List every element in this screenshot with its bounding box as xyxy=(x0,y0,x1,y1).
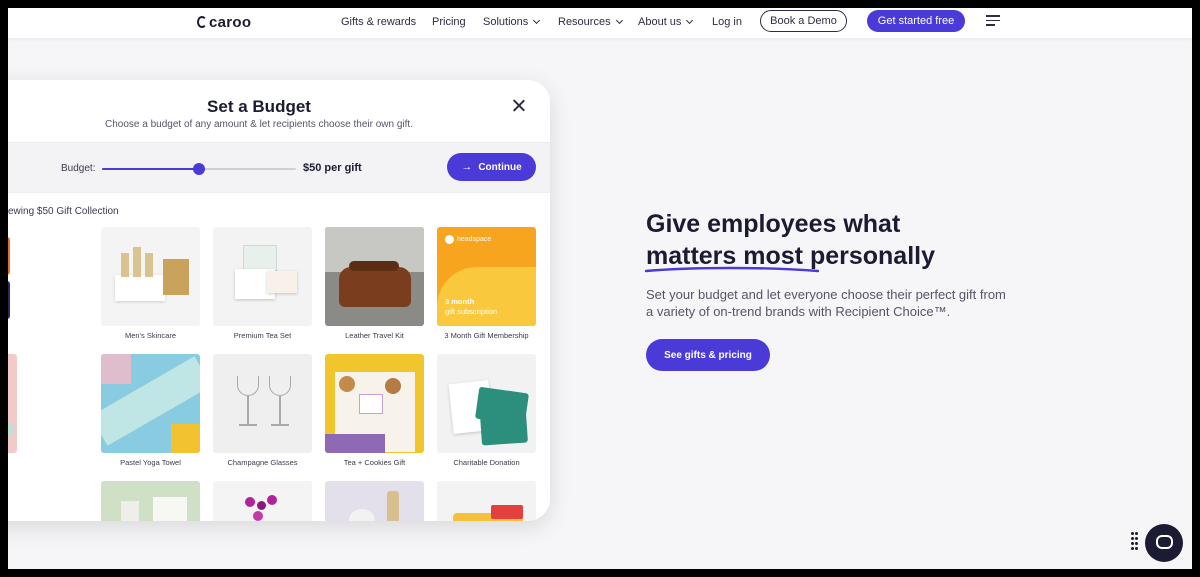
gift-tile[interactable] xyxy=(325,227,424,326)
gift-image xyxy=(213,227,312,326)
nav-solutions[interactable]: Solutions xyxy=(483,16,541,28)
gift-image xyxy=(8,354,17,453)
gift-tile[interactable] xyxy=(101,481,200,521)
gift-image xyxy=(8,481,17,521)
gift-tile[interactable] xyxy=(325,354,424,453)
gift-name: Charitable Donation xyxy=(453,458,520,467)
nav-log-in[interactable]: Log in xyxy=(712,16,742,28)
card-title: Set a Budget xyxy=(207,97,311,116)
gift-tile[interactable] xyxy=(437,481,536,521)
gift-image xyxy=(213,354,312,453)
nav-label: Solutions xyxy=(483,16,529,28)
gift-name: Fruit Socks Gift Set xyxy=(8,331,33,340)
nav-label: Gifts & rewards xyxy=(341,16,417,28)
gift-image xyxy=(8,227,17,326)
gift-image xyxy=(213,481,312,521)
chevron-down-icon xyxy=(615,16,623,25)
gift-image xyxy=(101,481,200,521)
gift-image xyxy=(437,354,536,453)
gift-tile[interactable] xyxy=(325,481,424,521)
gift-image xyxy=(325,481,424,521)
see-gifts-pricing-button[interactable]: See gifts & pricing xyxy=(646,339,770,371)
gift-tile[interactable] xyxy=(8,481,17,521)
continue-button[interactable]: → Continue xyxy=(447,153,536,181)
gift-name: Champagne Glasses xyxy=(227,458,298,467)
gift-image xyxy=(325,354,424,453)
nav-gifts-rewards[interactable]: Gifts & rewards xyxy=(341,16,416,28)
gift-tile[interactable] xyxy=(213,354,312,453)
set-budget-card: Set a Budget Choose a budget of any amou… xyxy=(8,80,550,521)
gift-tile[interactable] xyxy=(437,354,536,453)
gift-name: Men's Skincare xyxy=(124,331,177,340)
gift-image: headspace 3 month gift subscription xyxy=(437,227,536,326)
gift-tile[interactable] xyxy=(213,481,312,521)
card-header: Set a Budget Choose a budget of any amou… xyxy=(8,80,550,142)
hero-title-emphasis: matters most xyxy=(644,240,820,273)
budget-slider[interactable] xyxy=(102,163,296,175)
get-started-button[interactable]: Get started free xyxy=(867,10,965,32)
gift-name: 3 Month Gift Membership xyxy=(444,331,529,340)
nav-label: About us xyxy=(638,16,682,28)
hero-title-rest: personally xyxy=(809,242,936,270)
drag-handle-icon[interactable] xyxy=(1131,532,1139,554)
gift-tile[interactable] xyxy=(101,227,200,326)
nav-pricing[interactable]: Pricing xyxy=(432,16,466,28)
gift-name: Leather Travel Kit xyxy=(345,331,404,340)
nav-label: Resources xyxy=(558,16,611,28)
nav-resources[interactable]: Resources xyxy=(558,16,623,28)
gift-tile[interactable]: headspace 3 month gift subscription xyxy=(437,227,536,326)
close-icon[interactable] xyxy=(512,99,526,113)
gift-name: Wellness Gift Set xyxy=(8,458,33,467)
gift-name: Tea + Cookies Gift xyxy=(343,458,406,467)
budget-label: Budget: xyxy=(61,163,96,174)
logo-text: caroo xyxy=(209,14,252,31)
gift-image xyxy=(101,354,200,453)
nav-label: Log in xyxy=(712,16,742,28)
gift-tile[interactable] xyxy=(8,354,17,453)
continue-label: Continue xyxy=(478,161,522,173)
hero-title-line1: Give employees what xyxy=(646,210,901,238)
gift-name: Pastel Yoga Towel xyxy=(120,458,181,467)
slider-thumb[interactable] xyxy=(193,163,205,175)
logo-icon xyxy=(197,16,207,28)
budget-bar: Budget: $50 per gift → Continue xyxy=(8,142,550,193)
page-frame: caroo Gifts & rewards Pricing Solutions … xyxy=(8,8,1192,569)
top-navigation: caroo Gifts & rewards Pricing Solutions … xyxy=(8,8,1192,38)
chevron-down-icon xyxy=(686,16,694,25)
book-demo-button[interactable]: Book a Demo xyxy=(760,10,847,32)
collection-label: ewing $50 Gift Collection xyxy=(8,206,119,217)
caroo-logo[interactable]: caroo xyxy=(197,14,251,31)
gift-tile[interactable] xyxy=(8,227,17,326)
gift-tile[interactable] xyxy=(101,354,200,453)
nav-about-us[interactable]: About us xyxy=(638,16,694,28)
slider-fill xyxy=(102,168,199,170)
chat-bubble-icon xyxy=(1156,535,1173,549)
gift-image xyxy=(437,481,536,521)
underline-swash xyxy=(644,266,820,273)
nav-label: Pricing xyxy=(432,16,466,28)
hero-title: Give employees what matters most persona… xyxy=(644,208,936,273)
hero-description: Set your budget and let everyone choose … xyxy=(646,287,1006,319)
budget-value: $50 per gift xyxy=(303,162,362,174)
card-subtitle: Choose a budget of any amount & let reci… xyxy=(105,119,413,130)
gift-image xyxy=(101,227,200,326)
hamburger-menu-icon[interactable] xyxy=(986,15,1000,26)
gift-name: Premium Tea Set xyxy=(233,331,292,340)
gift-tile[interactable] xyxy=(213,227,312,326)
arrow-right-icon: → xyxy=(461,161,473,173)
chevron-down-icon xyxy=(533,16,541,25)
gift-image xyxy=(325,227,424,326)
chat-launcher-button[interactable] xyxy=(1145,524,1183,562)
